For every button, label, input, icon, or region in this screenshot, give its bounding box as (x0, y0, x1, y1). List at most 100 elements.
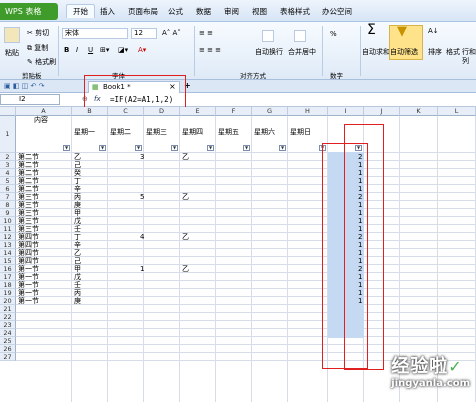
column-header-g[interactable]: G (252, 107, 288, 116)
column-header-b[interactable]: B (72, 107, 108, 116)
row-header-22[interactable]: 22 (0, 313, 16, 321)
row-header-12[interactable]: 12 (0, 233, 16, 241)
menu-office-space[interactable]: 办公空间 (322, 5, 352, 19)
paste-button[interactable]: 粘贴 (5, 49, 19, 58)
row-header-25[interactable]: 25 (0, 337, 16, 345)
rowcol-button[interactable]: 行和列 (462, 48, 476, 66)
column-header-f[interactable]: F (216, 107, 252, 116)
column-header-j[interactable]: J (364, 107, 400, 116)
merge-center-button[interactable]: 合并居中 (288, 48, 316, 57)
column-header-l[interactable]: L (438, 107, 476, 116)
align-top-icon[interactable]: ≡ ≡ (199, 29, 213, 38)
font-name-select[interactable]: 宋体 (62, 28, 128, 39)
filter-dropdown-icon[interactable]: ▼ (279, 145, 286, 151)
filter-dropdown-icon[interactable]: ▼ (99, 145, 106, 151)
row-header-6[interactable]: 6 (0, 185, 16, 193)
row-header-3[interactable]: 3 (0, 161, 16, 169)
cell-i[interactable]: 1 (358, 169, 362, 177)
format-button[interactable]: 格式 (446, 48, 460, 57)
column-header-h[interactable]: H (288, 107, 328, 116)
filter-dropdown-icon[interactable]: ▼ (171, 145, 178, 151)
sort-icon[interactable]: A↓ (428, 27, 439, 36)
row-header-4[interactable]: 4 (0, 169, 16, 177)
merge-center-icon[interactable] (294, 30, 306, 42)
column-header-c[interactable]: C (108, 107, 144, 116)
row-header-15[interactable]: 15 (0, 257, 16, 265)
menu-review[interactable]: 审阅 (224, 5, 239, 19)
column-header-a[interactable]: A (16, 107, 72, 116)
column-header-d[interactable]: D (144, 107, 180, 116)
row-header-26[interactable]: 26 (0, 345, 16, 353)
wps-app-button[interactable]: WPS 表格 (0, 3, 58, 20)
select-all-corner[interactable] (0, 107, 16, 116)
row-header-7[interactable]: 7 (0, 193, 16, 201)
row-header-19[interactable]: 19 (0, 289, 16, 297)
cell-i[interactable]: 1 (358, 209, 362, 217)
row-header-23[interactable]: 23 (0, 321, 16, 329)
row-header-18[interactable]: 18 (0, 281, 16, 289)
wrap-text-icon[interactable] (262, 30, 274, 42)
autofilter-button[interactable]: 自动筛选 (390, 48, 418, 57)
row-header-14[interactable]: 14 (0, 249, 16, 257)
cell-i[interactable]: 1 (358, 249, 362, 257)
menu-table-style[interactable]: 表格样式 (280, 5, 310, 19)
underline-button[interactable]: U (88, 46, 93, 55)
border-icon[interactable]: ⊞▾ (100, 46, 109, 55)
quick-access-icons[interactable]: ▣ ◧ ◫ ↶ ↷ (4, 82, 44, 91)
row-header-20[interactable]: 20 (0, 297, 16, 305)
cell-i[interactable]: 1 (358, 257, 362, 265)
italic-button[interactable]: I (76, 46, 78, 55)
row-header-9[interactable]: 9 (0, 209, 16, 217)
cell-i[interactable]: 1 (358, 177, 362, 185)
cell-i[interactable]: 1 (358, 225, 362, 233)
cell-i[interactable]: 2 (358, 153, 362, 161)
name-box[interactable]: I2 (0, 94, 60, 105)
cell-i[interactable]: 2 (358, 233, 362, 241)
cell-i[interactable]: 2 (358, 265, 362, 273)
filter-dropdown-icon[interactable]: ▼ (207, 145, 214, 151)
percent-button[interactable]: % (330, 30, 337, 39)
grow-font-icon[interactable]: A˄ A˅ (162, 29, 181, 38)
row-header-2[interactable]: 2 (0, 153, 16, 161)
row-header-24[interactable]: 24 (0, 329, 16, 337)
paste-icon[interactable] (4, 27, 20, 43)
menu-page-layout[interactable]: 页面布局 (128, 5, 158, 19)
copy-button[interactable]: ⧉ 复制 (27, 44, 48, 53)
format-painter-button[interactable]: ✎ 格式刷 (27, 58, 56, 67)
cell-i[interactable]: 1 (358, 273, 362, 281)
filter-dropdown-icon[interactable]: ▼ (63, 145, 70, 151)
cell-i[interactable]: 1 (358, 289, 362, 297)
column-header-i[interactable]: I (328, 107, 364, 116)
wrap-text-button[interactable]: 自动换行 (255, 48, 283, 57)
fill-color-icon[interactable]: ◪▾ (118, 46, 128, 55)
font-color-icon[interactable]: A▾ (138, 46, 146, 55)
filter-dropdown-icon[interactable]: ▼ (243, 145, 250, 151)
bold-button[interactable]: B (64, 46, 69, 55)
align-left-icon[interactable]: ≡ ≡ ≡ (199, 46, 221, 55)
cell-i[interactable]: 2 (358, 193, 362, 201)
row-header-27[interactable]: 27 (0, 353, 16, 361)
row-header-8[interactable]: 8 (0, 201, 16, 209)
row-header-21[interactable]: 21 (0, 305, 16, 313)
cell-i[interactable]: 1 (358, 297, 362, 305)
menu-home[interactable]: 开始 (66, 4, 95, 18)
sigma-icon[interactable]: Σ (367, 23, 376, 37)
font-size-select[interactable]: 12 (131, 28, 157, 39)
cell-i[interactable]: 1 (358, 201, 362, 209)
menu-view[interactable]: 视图 (252, 5, 267, 19)
cell-i[interactable]: 1 (358, 161, 362, 169)
menu-formula[interactable]: 公式 (168, 5, 183, 19)
cell-i[interactable]: 1 (358, 185, 362, 193)
row-header-1[interactable]: 1 (0, 116, 16, 153)
cell-i[interactable]: 1 (358, 217, 362, 225)
sort-button[interactable]: 排序 (428, 48, 442, 57)
menu-insert[interactable]: 插入 (100, 5, 115, 19)
cell-i[interactable]: 1 (358, 241, 362, 249)
row-header-10[interactable]: 10 (0, 217, 16, 225)
column-header-k[interactable]: K (400, 107, 438, 116)
row-header-17[interactable]: 17 (0, 273, 16, 281)
filter-dropdown-icon[interactable]: ▼ (135, 145, 142, 151)
row-header-5[interactable]: 5 (0, 177, 16, 185)
column-header-e[interactable]: E (180, 107, 216, 116)
row-header-16[interactable]: 16 (0, 265, 16, 273)
